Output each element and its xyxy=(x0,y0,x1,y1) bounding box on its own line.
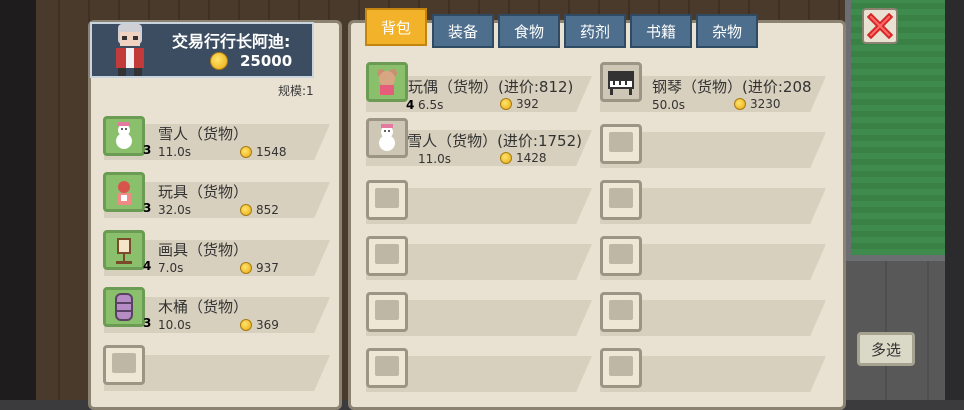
item-time: 11.0s xyxy=(158,145,191,159)
empty-slot-icon xyxy=(366,180,408,220)
gold-coin-icon xyxy=(240,146,252,158)
shop-scale-label: 规模:1 xyxy=(278,84,314,98)
item-count: 3 xyxy=(143,143,152,157)
doll-icon xyxy=(366,62,408,102)
item-count: 3 xyxy=(143,316,152,330)
item-name: 木桶（货物） xyxy=(158,298,249,316)
item-count: 4 xyxy=(406,98,415,112)
tab-books[interactable]: 书籍 xyxy=(630,14,692,48)
empty-slot-icon xyxy=(600,292,642,332)
tab-equipment[interactable]: 装备 xyxy=(432,14,494,48)
barrel-icon xyxy=(103,287,145,327)
background-right-edge xyxy=(945,0,964,400)
empty-slot-icon xyxy=(600,180,642,220)
multi-select-button[interactable]: 多选 xyxy=(857,332,915,366)
toy-icon xyxy=(103,172,145,212)
empty-slot-icon xyxy=(366,348,408,388)
item-name-clip: 雪人（货物）(进价:1752) xyxy=(408,130,582,151)
tab-food[interactable]: 食物 xyxy=(498,14,560,48)
merchant-name: 交易行行长阿迪: xyxy=(172,32,291,50)
background-grass xyxy=(845,0,951,261)
item-price: 3230 xyxy=(750,97,781,111)
item-name-clip: 玩偶（货物）(进价:812) xyxy=(408,76,582,97)
item-name: 雪人（货物） xyxy=(158,125,249,143)
item-time: 11.0s xyxy=(418,152,451,166)
gold-coin-icon xyxy=(240,204,252,216)
empty-slot-icon xyxy=(103,345,145,385)
empty-slot-icon xyxy=(600,124,642,164)
empty-slot-icon xyxy=(600,348,642,388)
gold-coin-icon xyxy=(734,98,746,110)
merchant-avatar xyxy=(108,20,152,78)
gold-coin-icon xyxy=(500,152,512,164)
gold-coin-icon xyxy=(240,262,252,274)
item-price: 369 xyxy=(256,318,279,332)
snowman-icon xyxy=(366,118,408,158)
close-icon xyxy=(867,13,893,39)
gold-coin-icon xyxy=(210,52,228,70)
empty-slot-icon xyxy=(366,236,408,276)
item-price: 392 xyxy=(516,97,539,111)
item-time: 32.0s xyxy=(158,203,191,217)
gold-coin-icon xyxy=(240,319,252,331)
gold-coin-icon xyxy=(500,98,512,110)
snowman-icon xyxy=(103,116,145,156)
item-price: 1548 xyxy=(256,145,287,159)
item-time: 10.0s xyxy=(158,318,191,332)
item-count: 3 xyxy=(143,201,152,215)
tab-bag[interactable]: 背包 xyxy=(365,8,427,46)
item-count: 4 xyxy=(143,259,152,273)
tab-potion[interactable]: 药剂 xyxy=(564,14,626,48)
item-time: 7.0s xyxy=(158,261,184,275)
item-name: 画具（货物） xyxy=(158,241,249,259)
piano-icon xyxy=(600,62,642,102)
close-button[interactable] xyxy=(862,8,898,44)
merchant-gold-amount: 25000 xyxy=(240,52,293,70)
item-time: 6.5s xyxy=(418,98,444,112)
empty-slot-icon xyxy=(366,292,408,332)
item-name: 玩具（货物） xyxy=(158,183,249,201)
background-left-strip xyxy=(0,0,36,400)
empty-slot-icon xyxy=(600,236,642,276)
item-price: 1428 xyxy=(516,151,547,165)
item-time: 50.0s xyxy=(652,98,685,112)
item-name: 钢琴（货物）(进价:208 xyxy=(652,78,812,96)
item-price: 852 xyxy=(256,203,279,217)
easel-icon xyxy=(103,230,145,270)
item-name: 玩偶（货物）(进价:812) xyxy=(408,78,574,96)
item-price: 937 xyxy=(256,261,279,275)
item-name: 雪人（货物）(进价:1752) xyxy=(408,132,582,150)
tab-misc[interactable]: 杂物 xyxy=(696,14,758,48)
